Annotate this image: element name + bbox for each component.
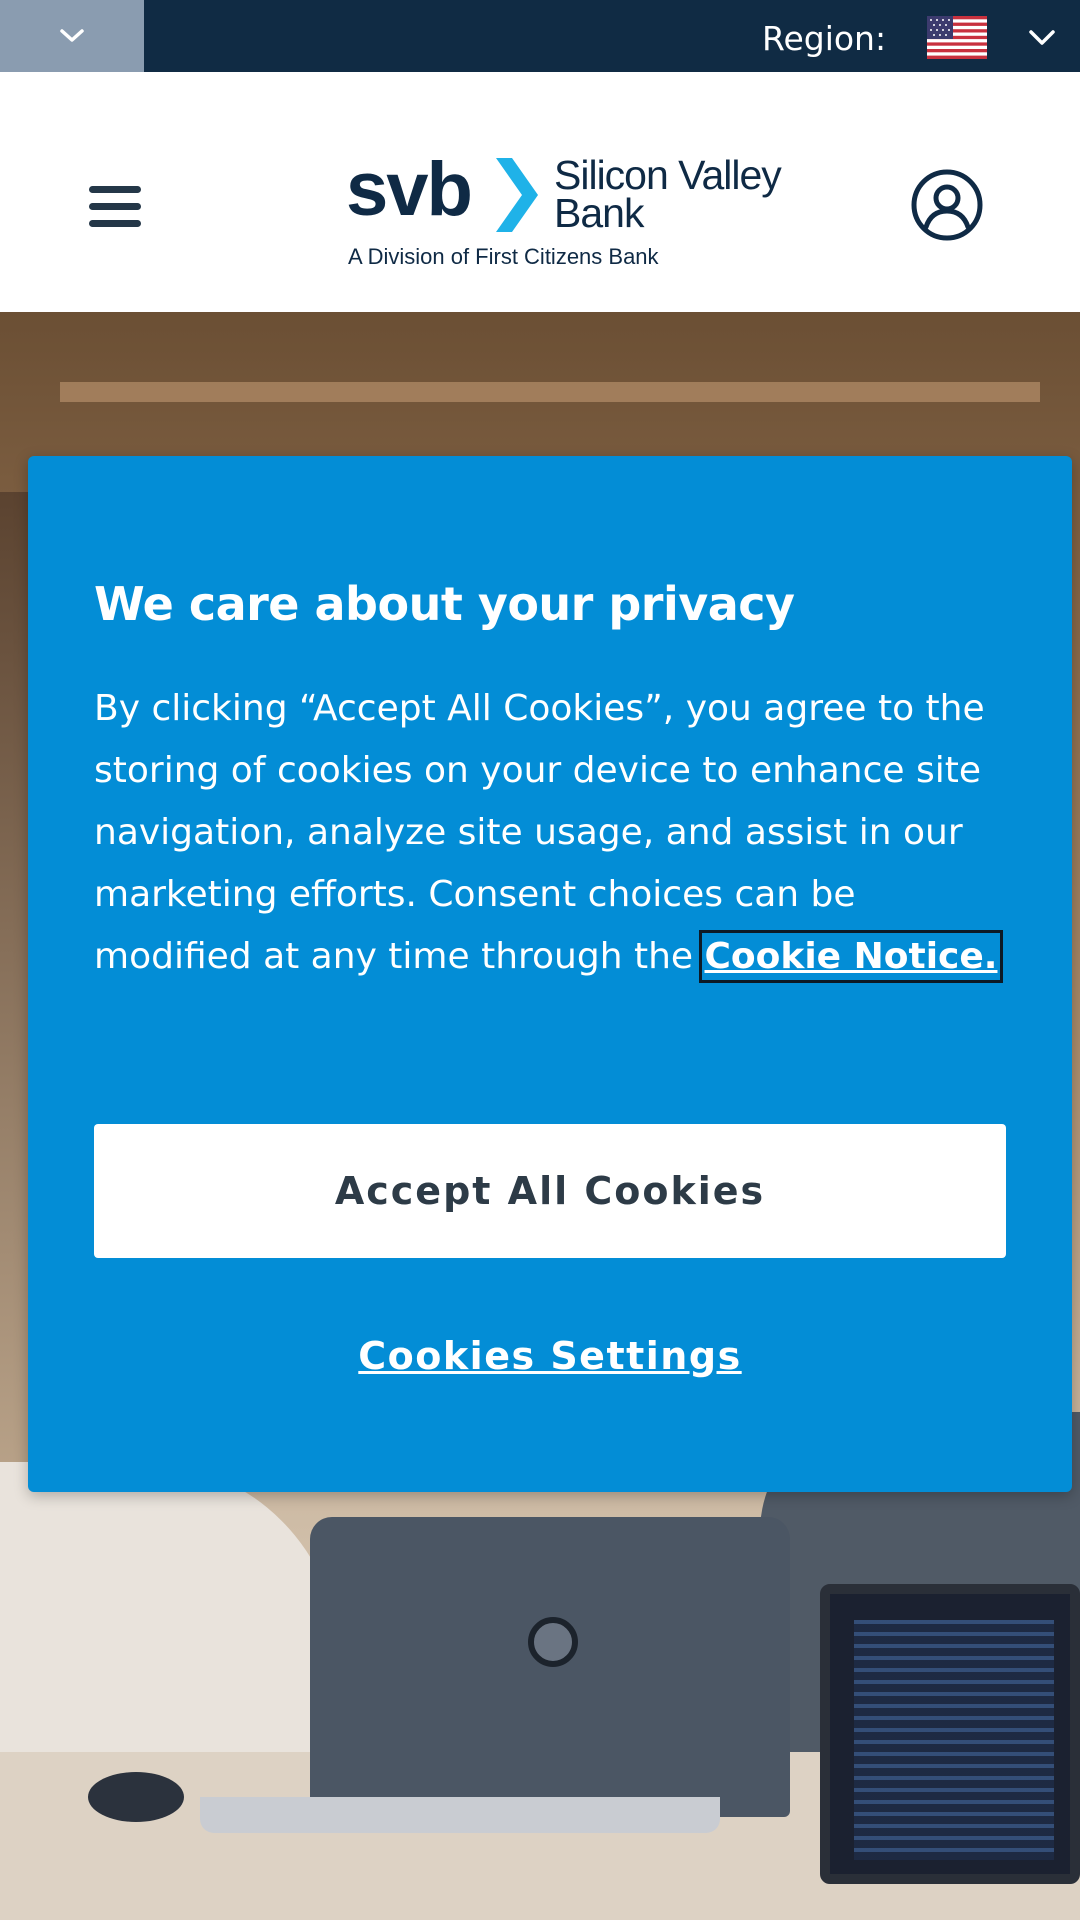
logo-bank-name: Silicon Valley Bank	[554, 152, 782, 236]
hero-laptop-logo	[528, 1617, 578, 1667]
cookies-settings-button[interactable]: Cookies Settings	[94, 1316, 1006, 1396]
region-bar: Region:	[0, 0, 1080, 72]
us-flag-icon[interactable]	[927, 16, 987, 59]
cookie-consent-dialog: We care about your privacy By clicking “…	[28, 456, 1072, 1492]
cookie-notice-link[interactable]: Cookie Notice.	[698, 930, 1004, 983]
cookie-dialog-title: We care about your privacy	[94, 577, 795, 631]
user-account-icon[interactable]	[910, 168, 984, 242]
region-dropdown-chevron-icon[interactable]	[1024, 24, 1060, 52]
site-header: svb Silicon Valley Bank A Division of Fi…	[0, 72, 1080, 312]
region-bar-toggle[interactable]	[0, 0, 144, 72]
accept-all-cookies-button[interactable]: Accept All Cookies	[94, 1124, 1006, 1258]
hero-laptop-base	[200, 1797, 720, 1833]
logo-chevron-icon	[496, 158, 538, 232]
chevron-down-icon	[60, 29, 84, 42]
cookie-dialog-body: By clicking “Accept All Cookies”, you ag…	[94, 678, 1014, 988]
region-label: Region:	[762, 19, 887, 58]
hero-laptop	[310, 1517, 790, 1817]
hero-mouse	[88, 1772, 184, 1822]
svb-logo[interactable]: svb Silicon Valley Bank A Division of Fi…	[340, 140, 820, 270]
cookie-dialog-text: By clicking “Accept All Cookies”, you ag…	[94, 688, 985, 977]
hero-monitor	[820, 1584, 1080, 1884]
hamburger-menu-icon[interactable]	[86, 178, 144, 234]
logo-tagline: A Division of First Citizens Bank	[348, 244, 659, 269]
hero-monitor-screen	[854, 1620, 1054, 1860]
logo-wordmark: svb	[346, 147, 473, 232]
hero-ceiling-beam	[60, 382, 1040, 402]
